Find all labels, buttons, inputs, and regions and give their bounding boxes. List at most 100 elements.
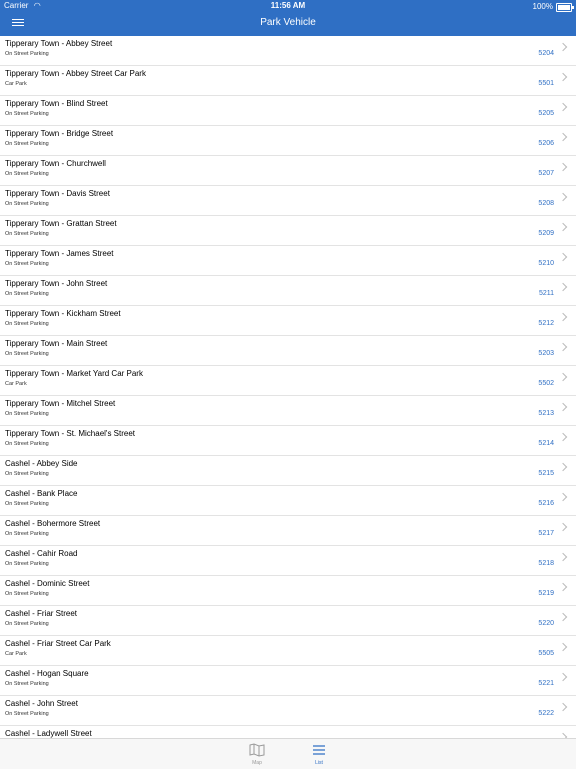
list-item[interactable]: Tipperary Town - Churchwell On Street Par… [0,156,576,186]
chevron-right-icon [558,642,568,652]
tab-list-label: List [315,760,323,766]
chevron-right-icon [558,432,568,442]
list-item[interactable]: Tipperary Town - Kickham Street On Street… [0,306,576,336]
list-item-subtitle: On Street Parking [5,471,49,477]
list-item-code: 5214 [538,440,554,447]
list-item[interactable]: Tipperary Town - James Street On Street P… [0,246,576,276]
list-item-code: 5203 [538,350,554,357]
list-item-subtitle: On Street Parking [5,321,49,327]
list-item-title: Tipperary Town - Abbey Street [5,39,113,48]
chevron-right-icon [558,192,568,202]
list-item-code: 5220 [538,620,554,627]
list-item[interactable]: Tipperary Town - St. Michael's Street On … [0,426,576,456]
list-item[interactable]: Tipperary Town - Abbey Street Car Park Ca… [0,66,576,96]
list-item[interactable]: Cashel - John Street On Street Parking 522… [0,696,576,726]
list-item-title: Cashel - Ladywell Street [5,729,92,738]
list-item-title: Tipperary Town - St. Michael's Street [5,429,136,438]
navigation-bar: Park Vehicle [0,12,576,36]
battery-fill [558,4,570,10]
list-item-subtitle: On Street Parking [5,591,49,597]
list-item-subtitle: On Street Parking [5,711,49,717]
list-item-title: Cashel - Bank Place [5,489,78,498]
chevron-right-icon [558,132,568,142]
list-item[interactable]: Tipperary Town - Abbey Street On Street P… [0,36,576,66]
list-item[interactable]: Tipperary Town - Bridge Street On Street … [0,126,576,156]
list-item-title: Tipperary Town - John Street [5,279,108,288]
app-header: Carrier ◠ 11:56 AM 100% Park Vehicle [0,0,576,36]
chevron-right-icon [558,582,568,592]
tab-map[interactable]: Map [242,743,272,766]
list-item-code: 5209 [538,230,554,237]
list-item-subtitle: On Street Parking [5,291,49,297]
chevron-right-icon [558,522,568,532]
list-item-title: Tipperary Town - Davis Street [5,189,110,198]
list-item-code: 5206 [538,140,554,147]
list-item-title: Tipperary Town - James Street [5,249,114,258]
list-item[interactable]: Tipperary Town - Market Yard Car Park Car… [0,366,576,396]
list-icon [304,743,334,757]
list-item-code: 5218 [538,560,554,567]
list-item-title: Tipperary Town - Churchwell [5,159,106,168]
list-item-subtitle: On Street Parking [5,681,49,687]
list-item-title: Cashel - Abbey Side [5,459,78,468]
list-item-subtitle: Car Park [5,81,27,87]
chevron-right-icon [558,222,568,232]
list-item[interactable]: Cashel - Friar Street Car Park Car Park 55… [0,636,576,666]
chevron-right-icon [558,372,568,382]
list-item[interactable]: Tipperary Town - John Street On Street Pa… [0,276,576,306]
tab-bar: Map List [0,738,576,769]
chevron-right-icon [558,402,568,412]
map-icon [242,743,272,757]
list-item[interactable]: Tipperary Town - Davis Street On Street P… [0,186,576,216]
list-item-code: 5215 [538,470,554,477]
list-item-title: Cashel - Friar Street Car Park [5,639,111,648]
list-item-code: 5216 [538,500,554,507]
list-item-code: 5505 [538,650,554,657]
list-item[interactable]: Tipperary Town - Blind Street On Street P… [0,96,576,126]
list-item-title: Tipperary Town - Kickham Street [5,309,121,318]
list-item-code: 5204 [538,50,554,57]
chevron-right-icon [558,462,568,472]
list-item[interactable]: Cashel - Friar Street On Street Parking 52… [0,606,576,636]
list-item-code: 5211 [538,290,554,297]
list-item[interactable]: Tipperary Town - Main Street On Street Pa… [0,336,576,366]
list-item-title: Cashel - Friar Street [5,609,78,618]
chevron-right-icon [558,702,568,712]
list-item-subtitle: On Street Parking [5,141,49,147]
list-item[interactable]: Cashel - Cahir Road On Street Parking 5218 [0,546,576,576]
chevron-right-icon [558,612,568,622]
list-item-title: Tipperary Town - Bridge Street [5,129,114,138]
chevron-right-icon [558,312,568,322]
list-item-title: Tipperary Town - Abbey Street Car Park [5,69,146,78]
chevron-right-icon [558,342,568,352]
list-item[interactable]: Cashel - Abbey Side On Street Parking 5215 [0,456,576,486]
list-item-subtitle: On Street Parking [5,411,49,417]
list-item-title: Cashel - Hogan Square [5,669,89,678]
chevron-right-icon [558,492,568,502]
list-item[interactable]: Cashel - Bohermore Street On Street Parki… [0,516,576,546]
list-item-title: Tipperary Town - Market Yard Car Park [5,369,143,378]
tab-list[interactable]: List [304,743,334,766]
list-item[interactable]: Cashel - Dominic Street On Street Parking… [0,576,576,606]
list-item-title: Cashel - Bohermore Street [5,519,101,528]
list-item[interactable]: Cashel - Ladywell StreetOn Street Parkin… [0,726,576,738]
list-item[interactable]: Tipperary Town - Grattan Street On Street… [0,216,576,246]
parking-location-list[interactable]: Tipperary Town - Abbey Street On Street P… [0,36,576,738]
list-item-subtitle: On Street Parking [5,231,49,237]
chevron-right-icon [558,162,568,172]
list-item[interactable]: Tipperary Town - Mitchel Street On Street… [0,396,576,426]
list-item-code: 5207 [538,170,554,177]
list-item-subtitle: On Street Parking [5,171,49,177]
list-item[interactable]: Cashel - Bank Place On Street Parking 5216 [0,486,576,516]
chevron-right-icon [558,672,568,682]
list-item-code: 5222 [538,710,554,717]
list-item-subtitle: On Street Parking [5,51,49,57]
tab-map-label: Map [252,760,262,766]
list-item-subtitle: On Street Parking [5,501,49,507]
chevron-right-icon [558,72,568,82]
list-item-code: 5210 [538,260,554,267]
list-item[interactable]: Cashel - Hogan Square On Street Parking 52… [0,666,576,696]
list-item-title: Cashel - Dominic Street [5,579,90,588]
list-item-subtitle: On Street Parking [5,561,49,567]
list-item-title: Tipperary Town - Main Street [5,339,108,348]
